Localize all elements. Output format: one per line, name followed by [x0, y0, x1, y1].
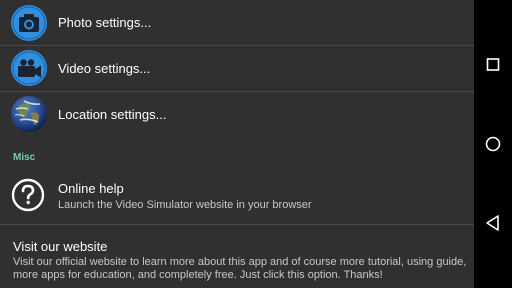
location-settings-row[interactable]: Location settings... [0, 92, 474, 137]
visit-website-label: Visit our website [13, 239, 108, 254]
navigation-bar [474, 0, 512, 288]
recent-apps-icon[interactable] [474, 50, 512, 80]
camera-icon [11, 5, 47, 41]
visit-website-summary: Visit our official website to learn more… [13, 256, 467, 281]
earth-globe-icon [11, 96, 47, 132]
online-help-summary: Launch the Video Simulator website in yo… [58, 199, 312, 211]
back-icon[interactable] [474, 208, 512, 238]
online-help-label: Online help [58, 181, 124, 196]
video-settings-row[interactable]: Video settings... [0, 46, 474, 92]
location-settings-label: Location settings... [58, 107, 167, 122]
video-camera-icon [11, 50, 47, 86]
photo-settings-row[interactable]: Photo settings... [0, 0, 474, 46]
photo-settings-label: Photo settings... [58, 15, 152, 30]
help-question-icon [11, 178, 45, 212]
home-icon[interactable] [474, 129, 512, 159]
online-help-row[interactable]: Online help Launch the Video Simulator w… [0, 170, 474, 225]
category-header-misc: Misc [13, 152, 36, 163]
settings-list: Photo settings... Video settings... Loca… [0, 0, 474, 288]
video-settings-label: Video settings... [58, 61, 151, 76]
